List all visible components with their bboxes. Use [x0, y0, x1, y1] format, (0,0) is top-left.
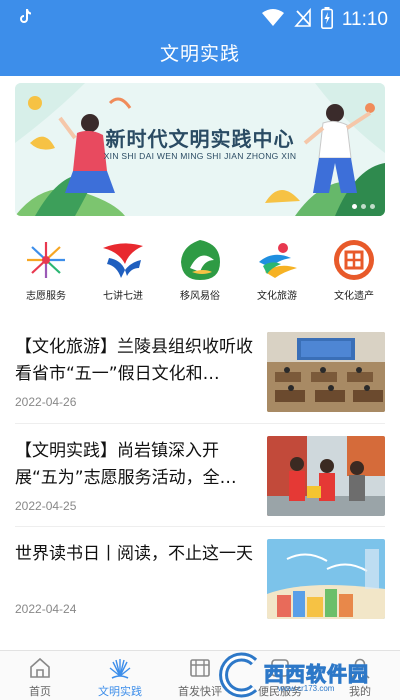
banner-subtitle: XIN SHI DAI WEN MING SHI JIAN ZHONG XIN: [103, 151, 297, 161]
news-item[interactable]: 【文明实践】尚岩镇深入开展“五为”志愿服务活动，全… 2022-04-25: [15, 423, 385, 526]
battery-charging-icon: [320, 7, 333, 33]
page-title: 文明实践: [0, 36, 400, 76]
category-customs-reform[interactable]: 移风易俗: [169, 238, 231, 308]
civilization-practice-icon: [109, 659, 131, 679]
clock: 11:10: [341, 9, 388, 30]
nav-home[interactable]: 首页: [0, 651, 80, 700]
news-title: 【文化旅游】兰陵县组织收听收看省市“五一”假日文化和…: [15, 337, 253, 384]
news-date: 2022-04-24: [15, 602, 77, 616]
cultural-heritage-icon: [334, 240, 374, 280]
seven-lectures-icon: [103, 243, 143, 278]
carousel-indicator: [352, 204, 375, 209]
category-label: 志愿服务: [26, 291, 66, 302]
category-label: 七讲七进: [103, 291, 143, 302]
category-seven-lectures[interactable]: 七讲七进: [92, 238, 154, 308]
home-icon: [30, 657, 50, 678]
watermark-c-icon: [219, 652, 258, 698]
category-volunteer-service[interactable]: 志愿服务: [15, 238, 77, 308]
carousel-dot[interactable]: [370, 204, 375, 209]
news-date: 2022-04-26: [15, 395, 77, 409]
category-shortcuts: 志愿服务 七讲七进 移风易俗 文化旅游 文化遗产: [15, 238, 385, 308]
customs-reform-icon: [181, 240, 220, 280]
category-label: 文化遗产: [334, 291, 374, 302]
news-item[interactable]: 【文化旅游】兰陵县组织收听收看省市“五一”假日文化和… 2022-04-26: [15, 320, 385, 423]
banner-carousel[interactable]: 新时代文明实践中心 XIN SHI DAI WEN MING SHI JIAN …: [15, 83, 385, 216]
carousel-dot[interactable]: [361, 204, 366, 209]
wifi-icon: [261, 9, 285, 31]
news-thumbnail: [267, 332, 385, 412]
news-item[interactable]: 世界读书日丨阅读，不止这一天 2022-04-24: [15, 526, 385, 629]
no-signal-icon: [294, 7, 312, 32]
volunteer-service-icon: [27, 242, 65, 278]
banner-title: 新时代文明实践中心: [105, 127, 295, 151]
category-label: 移风易俗: [180, 291, 220, 302]
news-title: 世界读书日丨阅读，不止这一天: [15, 544, 253, 564]
nav-civilization-practice[interactable]: 文明实践: [80, 651, 160, 700]
nav-label: 文明实践: [98, 685, 142, 698]
news-thumbnail: [267, 539, 385, 619]
culture-tourism-icon: [259, 243, 297, 278]
news-date: 2022-04-25: [15, 499, 77, 513]
news-thumbnail: [267, 436, 385, 516]
watermark-url: www.cr173.com: [278, 684, 335, 693]
news-list: 【文化旅游】兰陵县组织收听收看省市“五一”假日文化和… 2022-04-26 【…: [15, 320, 385, 629]
category-culture-tourism[interactable]: 文化旅游: [246, 238, 308, 308]
tiktok-icon: [18, 8, 32, 28]
film-icon: [190, 659, 210, 677]
watermark-logo: 西西软件园 www.cr173.com: [216, 652, 394, 698]
watermark-text: 西西软件园: [264, 662, 369, 687]
nav-label: 首页: [29, 685, 51, 698]
status-bar: 11:10: [0, 0, 400, 36]
category-cultural-heritage[interactable]: 文化遗产: [323, 238, 385, 308]
category-label: 文化旅游: [257, 291, 297, 302]
carousel-dot[interactable]: [352, 204, 357, 209]
news-title: 【文明实践】尚岩镇深入开展“五为”志愿服务活动，全…: [15, 441, 237, 488]
